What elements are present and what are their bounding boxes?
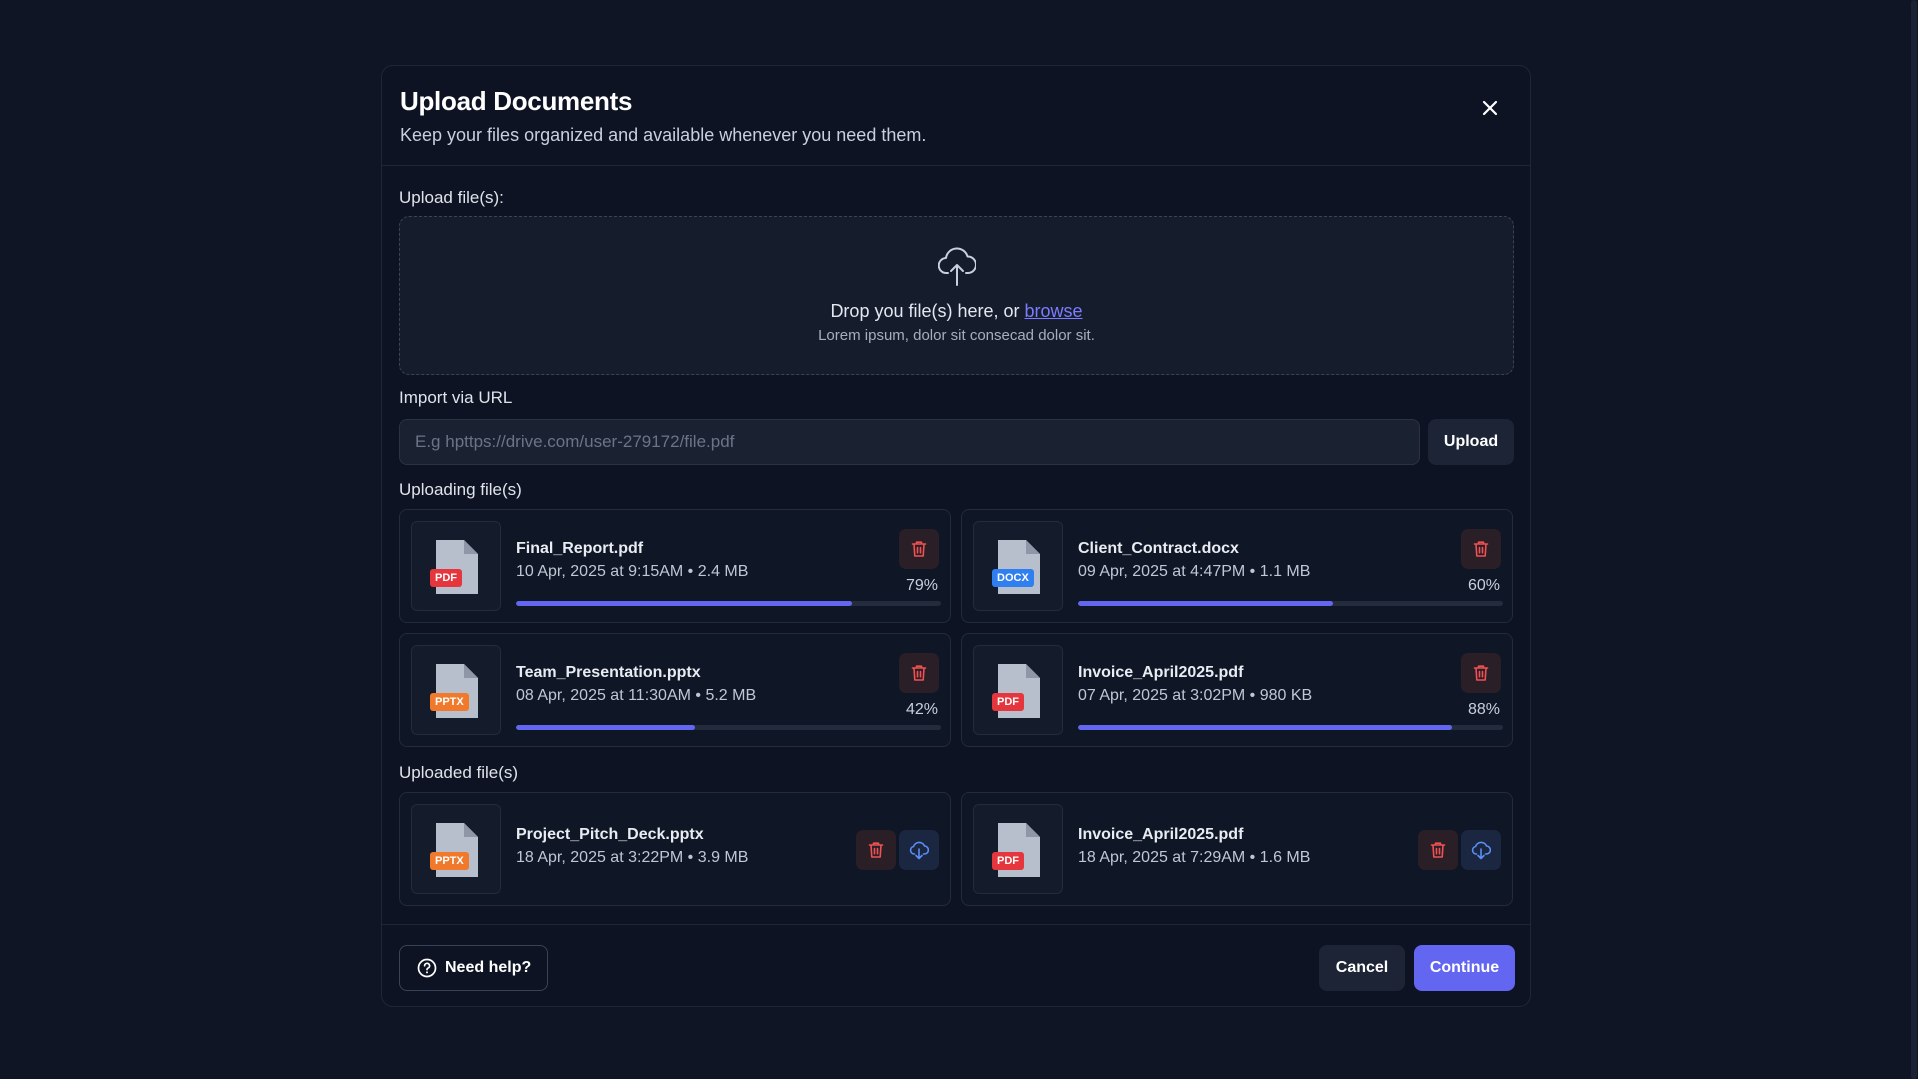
trash-icon [868, 842, 884, 858]
download-file-button[interactable] [899, 830, 939, 870]
upload-progress-bar [516, 601, 941, 606]
file-thumbnail: PDF [411, 521, 501, 611]
file-type-badge: DOCX [992, 569, 1034, 587]
trash-icon [1473, 665, 1489, 681]
upload-progress-bar [516, 725, 941, 730]
scrollbar-thumb[interactable] [1911, 0, 1917, 1079]
close-icon [1482, 100, 1498, 116]
need-help-label: Need help? [445, 959, 532, 976]
browse-link[interactable]: browse [1025, 301, 1083, 321]
delete-file-button[interactable] [856, 830, 896, 870]
dropzone-instruction: Drop you file(s) here, or [830, 301, 1025, 321]
delete-file-button[interactable] [1418, 830, 1458, 870]
upload-percent: 42% [905, 701, 938, 718]
file-type-badge: PDF [430, 569, 462, 587]
uploaded-files-label: Uploaded file(s) [399, 763, 519, 782]
trash-icon [911, 541, 927, 557]
scrollbar[interactable] [1910, 0, 1918, 1079]
download-file-button[interactable] [1461, 830, 1501, 870]
file-meta: 18 Apr, 2025 at 7:29AM • 1.6 MB [1078, 849, 1311, 866]
cloud-upload-icon [938, 247, 976, 286]
file-icon [998, 664, 1040, 718]
help-circle-icon [417, 958, 437, 978]
trash-icon [1430, 842, 1446, 858]
file-type-badge: PDF [992, 852, 1024, 870]
upload-progress-bar [1078, 725, 1503, 730]
file-icon [436, 823, 478, 877]
uploading-file-card: DOCX Client_Contract.docx 09 Apr, 2025 at … [961, 509, 1513, 623]
upload-modal: Upload Documents Keep your files organiz… [381, 65, 1531, 1007]
upload-percent: 60% [1467, 577, 1500, 594]
file-thumbnail: DOCX [973, 521, 1063, 611]
upload-files-label: Upload file(s): [399, 188, 504, 207]
uploaded-file-card: PDF Invoice_April2025.pdf 18 Apr, 2025 at … [961, 792, 1513, 906]
file-meta: 18 Apr, 2025 at 3:22PM • 3.9 MB [516, 849, 749, 866]
file-thumbnail: PPTX [411, 645, 501, 735]
file-icon [998, 823, 1040, 877]
upload-progress-fill [1078, 601, 1333, 606]
file-type-badge: PDF [992, 693, 1024, 711]
delete-file-button[interactable] [1461, 653, 1501, 693]
cloud-download-icon [1471, 841, 1491, 860]
file-name: Invoice_April2025.pdf [1078, 826, 1244, 843]
trash-icon [1473, 541, 1489, 557]
delete-file-button[interactable] [1461, 529, 1501, 569]
file-name: Final_Report.pdf [516, 540, 644, 557]
file-type-badge: PPTX [430, 693, 469, 711]
file-name: Project_Pitch_Deck.pptx [516, 826, 704, 843]
file-icon [436, 540, 478, 594]
upload-url-button[interactable]: Upload [1428, 419, 1514, 465]
cancel-button[interactable]: Cancel [1319, 945, 1405, 991]
trash-icon [911, 665, 927, 681]
modal-title: Upload Documents [400, 86, 633, 116]
file-meta: 09 Apr, 2025 at 4:47PM • 1.1 MB [1078, 563, 1311, 580]
need-help-button[interactable]: Need help? [399, 945, 548, 991]
file-name: Invoice_April2025.pdf [1078, 664, 1244, 681]
file-thumbnail: PDF [973, 804, 1063, 894]
file-icon [998, 540, 1040, 594]
uploading-files-label: Uploading file(s) [399, 480, 522, 499]
file-name: Team_Presentation.pptx [516, 664, 701, 681]
modal-header: Upload Documents Keep your files organiz… [382, 66, 1530, 166]
uploaded-file-card: PPTX Project_Pitch_Deck.pptx 18 Apr, 2025 … [399, 792, 951, 906]
file-icon [436, 664, 478, 718]
uploading-file-card: PDF Invoice_April2025.pdf 07 Apr, 2025 at … [961, 633, 1513, 747]
upload-progress-fill [516, 601, 852, 606]
file-meta: 07 Apr, 2025 at 3:02PM • 980 KB [1078, 687, 1313, 704]
modal-subtitle: Keep your files organized and available … [400, 125, 927, 145]
upload-progress-fill [1078, 725, 1452, 730]
file-thumbnail: PDF [973, 645, 1063, 735]
delete-file-button[interactable] [899, 529, 939, 569]
upload-percent: 88% [1467, 701, 1500, 718]
uploading-file-card: PDF Final_Report.pdf 10 Apr, 2025 at 9:15A… [399, 509, 951, 623]
upload-progress-bar [1078, 601, 1503, 606]
modal-footer: Need help? Cancel Continue [382, 924, 1530, 1008]
upload-percent: 79% [905, 577, 938, 594]
dropzone-subtext: Lorem ipsum, dolor sit consecad dolor si… [818, 327, 1095, 344]
cloud-download-icon [909, 841, 929, 860]
upload-progress-fill [516, 725, 695, 730]
file-thumbnail: PPTX [411, 804, 501, 894]
close-button[interactable] [1476, 94, 1504, 122]
file-type-badge: PPTX [430, 852, 469, 870]
delete-file-button[interactable] [899, 653, 939, 693]
file-meta: 08 Apr, 2025 at 11:30AM • 5.2 MB [516, 687, 757, 704]
file-meta: 10 Apr, 2025 at 9:15AM • 2.4 MB [516, 563, 749, 580]
dropzone-text: Drop you file(s) here, or browse [400, 301, 1513, 322]
continue-button[interactable]: Continue [1414, 945, 1515, 991]
file-dropzone[interactable]: Drop you file(s) here, or browse Lorem i… [399, 216, 1514, 375]
file-name: Client_Contract.docx [1078, 540, 1239, 557]
uploading-file-card: PPTX Team_Presentation.pptx 08 Apr, 2025 a… [399, 633, 951, 747]
import-url-label: Import via URL [399, 388, 513, 407]
url-input[interactable] [399, 419, 1420, 465]
